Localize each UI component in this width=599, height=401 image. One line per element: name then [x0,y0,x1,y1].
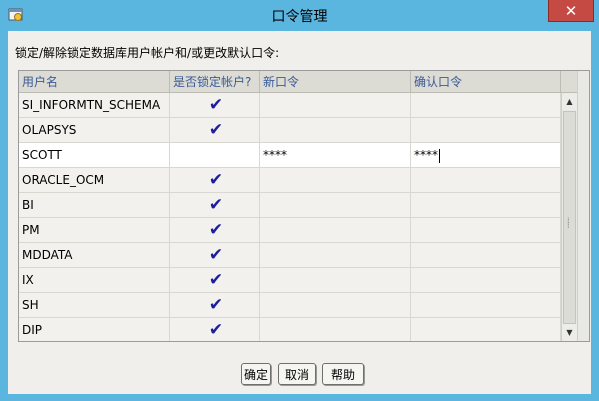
cell-username: SI_INFORMTN_SCHEMA [19,93,170,118]
close-button[interactable]: ✕ [548,0,594,22]
table-right-filler [577,71,589,341]
cell-username: OLAPSYS [19,118,170,143]
cell-username: SH [19,293,170,318]
cell-new-password[interactable] [260,268,411,293]
table-row[interactable]: DIP ✔ [19,318,561,341]
checkmark-icon: ✔ [208,295,224,315]
table-row[interactable]: MDDATA ✔ [19,243,561,268]
checkmark-icon: ✔ [208,320,224,340]
table-row[interactable]: ORACLE_OCM ✔ [19,168,561,193]
checkmark-icon: ✔ [208,270,224,290]
checkmark-icon: ✔ [208,120,224,140]
checkmark-icon: ✔ [208,170,224,190]
table-row[interactable]: OLAPSYS ✔ [19,118,561,143]
cell-locked-checkbox[interactable]: ✔ [170,93,260,118]
cell-confirm-password[interactable] [411,193,561,218]
cell-locked-checkbox[interactable]: ✔ [170,318,260,341]
cell-locked-checkbox[interactable]: ✔ [170,243,260,268]
cell-confirm-password[interactable] [411,268,561,293]
close-icon: ✕ [564,1,578,20]
password-table: 用户名 是否锁定帐户? 新口令 确认口令 SI_INFORMTN_SCHEMA ✔… [18,70,590,342]
cell-locked-checkbox[interactable]: ✔ [170,293,260,318]
cell-confirm-password[interactable] [411,93,561,118]
new-password-value: **** [263,148,287,162]
cell-new-password[interactable] [260,243,411,268]
help-button[interactable]: 帮助 [322,363,364,385]
checkmark-icon: ✔ [208,220,224,240]
scroll-up-arrow-icon[interactable]: ▲ [562,93,577,110]
window-title: 口令管理 [271,9,328,25]
cell-confirm-password[interactable] [411,318,561,341]
cell-new-password[interactable]: **** [260,143,411,168]
table-header: 用户名 是否锁定帐户? 新口令 确认口令 [19,71,589,93]
cell-username: PM [19,218,170,243]
ok-button[interactable]: 确定 [241,363,271,385]
dialog-body: 锁定/解除锁定数据库用户帐户和/或更改默认口令: 用户名 是否锁定帐户? 新口令… [8,31,591,394]
cell-locked-checkbox[interactable]: ✔ [170,118,260,143]
cell-new-password[interactable] [260,218,411,243]
table-row[interactable]: SH ✔ [19,293,561,318]
cell-username: IX [19,268,170,293]
cell-new-password[interactable] [260,293,411,318]
scrollbar-thumb[interactable]: ⁞ ⁞ [563,111,576,324]
confirm-password-value: **** [414,148,438,162]
cell-locked-checkbox[interactable]: ✔ [170,218,260,243]
cell-username: ORACLE_OCM [19,168,170,193]
cell-locked-checkbox[interactable]: ✔ [170,193,260,218]
column-header-new-password[interactable]: 新口令 [260,71,411,93]
cell-confirm-password[interactable] [411,293,561,318]
table-row[interactable]: PM ✔ [19,218,561,243]
cell-username: SCOTT [19,143,170,168]
cell-new-password[interactable] [260,318,411,341]
title-bar[interactable]: 口令管理 ✕ [0,0,599,30]
cell-confirm-password[interactable] [411,218,561,243]
checkmark-icon: ✔ [208,245,224,265]
cell-confirm-password[interactable]: **** [411,143,561,168]
cell-locked-checkbox[interactable]: ✔ [170,268,260,293]
cell-new-password[interactable] [260,93,411,118]
cell-username: MDDATA [19,243,170,268]
cell-locked-checkbox[interactable] [170,143,260,168]
column-header-locked[interactable]: 是否锁定帐户? [170,71,260,93]
cell-username: DIP [19,318,170,341]
dialog-window: 口令管理 ✕ 锁定/解除锁定数据库用户帐户和/或更改默认口令: 用户名 是否锁定… [0,0,599,401]
cell-username: BI [19,193,170,218]
column-header-username[interactable]: 用户名 [19,71,170,93]
cell-locked-checkbox[interactable]: ✔ [170,168,260,193]
grip-icon: ⁞ ⁞ [567,216,570,230]
cancel-button[interactable]: 取消 [278,363,316,385]
table-row[interactable]: IX ✔ [19,268,561,293]
table-row[interactable]: BI ✔ [19,193,561,218]
checkmark-icon: ✔ [208,195,224,215]
text-cursor [439,148,440,163]
vertical-scrollbar[interactable]: ▲ ⁞ ⁞ ▼ [561,93,577,341]
cell-new-password[interactable] [260,118,411,143]
cell-new-password[interactable] [260,168,411,193]
column-header-confirm-password[interactable]: 确认口令 [411,71,561,93]
cell-confirm-password[interactable] [411,118,561,143]
instruction-text: 锁定/解除锁定数据库用户帐户和/或更改默认口令: [15,46,280,60]
scroll-down-arrow-icon[interactable]: ▼ [562,324,577,341]
cell-confirm-password[interactable] [411,243,561,268]
table-row[interactable]: SI_INFORMTN_SCHEMA ✔ [19,93,561,118]
checkmark-icon: ✔ [208,95,224,115]
cell-confirm-password[interactable] [411,168,561,193]
table-row[interactable]: SCOTT **** **** [19,143,561,168]
cell-new-password[interactable] [260,193,411,218]
